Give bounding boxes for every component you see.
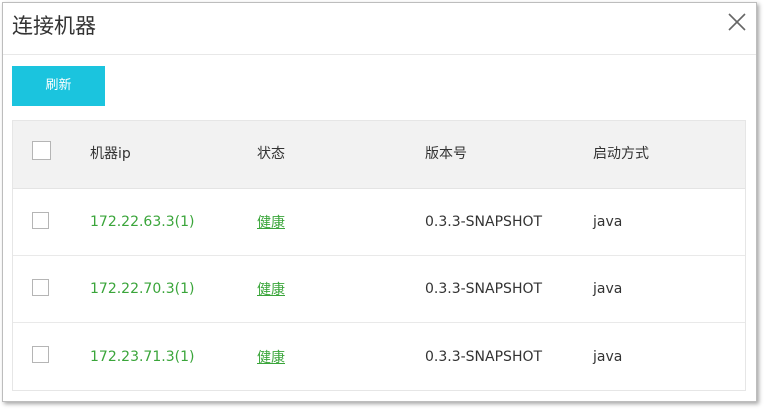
dialog-header: 连接机器 bbox=[3, 3, 756, 55]
column-header-ip: 机器ip bbox=[90, 145, 131, 162]
machine-ip: 172.23.71.3(1) bbox=[90, 348, 195, 365]
select-all-checkbox[interactable] bbox=[32, 141, 51, 160]
row-checkbox[interactable] bbox=[32, 278, 49, 296]
row-checkbox[interactable] bbox=[32, 346, 49, 363]
dialog-title: 连接机器 bbox=[12, 14, 96, 38]
column-header-version: 版本号 bbox=[425, 145, 467, 162]
connect-machines-dialog: 连接机器 刷新 机器ip 状态 版本号 启动方式 172.22.63.3(1) … bbox=[2, 2, 757, 402]
column-header-start-mode: 启动方式 bbox=[593, 145, 649, 162]
table-row: 172.23.71.3(1) 健康 0.3.3-SNAPSHOT java bbox=[13, 323, 745, 390]
version-text: 0.3.3-SNAPSHOT bbox=[425, 348, 543, 365]
version-text: 0.3.3-SNAPSHOT bbox=[425, 281, 543, 297]
version-text: 0.3.3-SNAPSHOT bbox=[425, 214, 543, 230]
column-header-status: 状态 bbox=[257, 145, 285, 162]
status-link[interactable]: 健康 bbox=[257, 212, 285, 232]
machine-table: 机器ip 状态 版本号 启动方式 172.22.63.3(1) 健康 0.3.3… bbox=[12, 120, 746, 391]
status-link[interactable]: 健康 bbox=[257, 347, 285, 367]
table-row: 172.22.70.3(1) 健康 0.3.3-SNAPSHOT java bbox=[13, 256, 745, 323]
machine-ip: 172.22.70.3(1) bbox=[90, 281, 195, 297]
status-link[interactable]: 健康 bbox=[257, 279, 285, 299]
start-mode-text: java bbox=[593, 214, 623, 230]
start-mode-text: java bbox=[593, 281, 623, 297]
table-row: 172.22.63.3(1) 健康 0.3.3-SNAPSHOT java bbox=[13, 189, 745, 256]
row-checkbox[interactable] bbox=[32, 211, 49, 229]
refresh-button[interactable]: 刷新 bbox=[12, 66, 105, 106]
table-header-row: 机器ip 状态 版本号 启动方式 bbox=[13, 121, 745, 189]
machine-ip: 172.22.63.3(1) bbox=[90, 214, 195, 230]
start-mode-text: java bbox=[593, 348, 623, 365]
close-icon[interactable] bbox=[728, 13, 746, 31]
